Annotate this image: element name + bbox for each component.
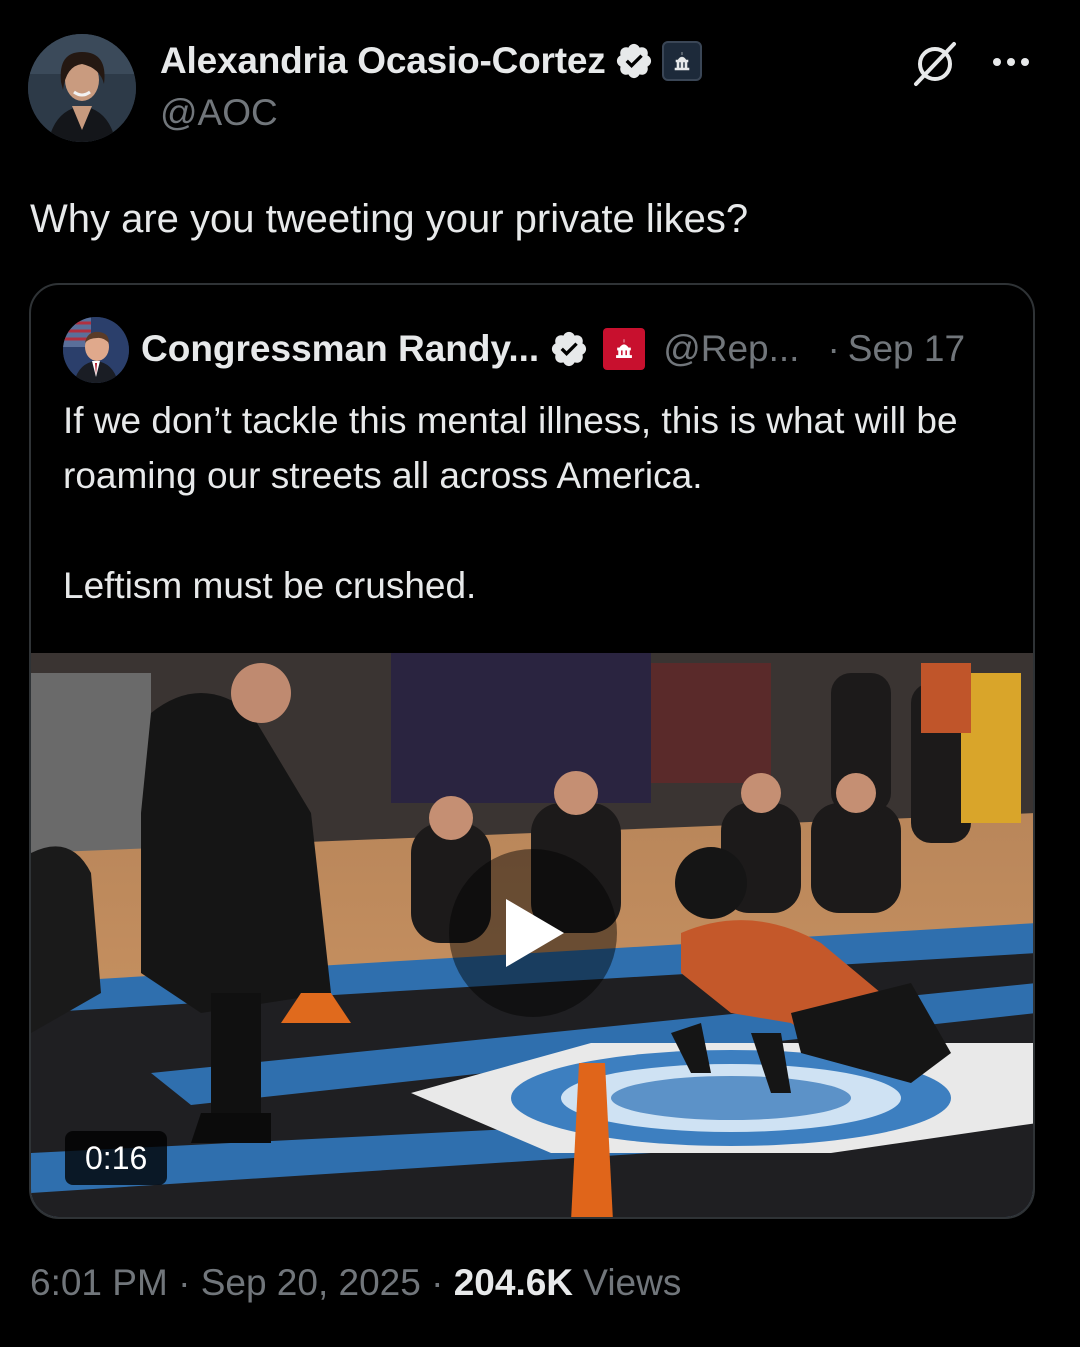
quoted-verified-badge-icon[interactable] (549, 329, 589, 369)
gop-capitol-icon[interactable] (603, 328, 646, 370)
tweet-date[interactable]: Sep 20, 2025 (201, 1262, 421, 1303)
author-handle[interactable]: @AOC (160, 92, 278, 134)
meta-separator: · (167, 1262, 201, 1303)
quoted-tweet-card[interactable]: Congressman Randy... @Rep... · Sep 17 If… (29, 283, 1035, 1219)
more-dots-icon[interactable] (988, 44, 1034, 80)
author-display-name[interactable]: Alexandria Ocasio-Cortez (160, 40, 606, 82)
quoted-handle[interactable]: @Rep... (663, 328, 799, 370)
quoted-separator: · (827, 328, 840, 369)
quoted-date[interactable]: Sep 17 (848, 328, 965, 370)
tweet-meta: 6:01 PM · Sep 20, 2025 · 204.6K Views (30, 1262, 681, 1304)
tweet-container: Alexandria Ocasio-Cortez @AOC Why are yo… (0, 0, 1080, 1347)
quoted-display-name[interactable]: Congressman Randy... (141, 328, 539, 370)
quoted-header-row: Congressman Randy... @Rep... · Sep 17 (141, 323, 965, 375)
quoted-author-avatar[interactable] (63, 317, 129, 383)
author-avatar[interactable] (28, 34, 136, 142)
quoted-tweet-text: If we don’t tackle this mental illness, … (63, 400, 958, 606)
play-icon (506, 899, 564, 967)
capitol-building-icon[interactable] (661, 41, 702, 81)
quoted-video[interactable]: 0:16 (31, 653, 1033, 1217)
tweet-text: Why are you tweeting your private likes? (30, 197, 749, 241)
tweet-time[interactable]: 6:01 PM (30, 1262, 168, 1303)
play-button[interactable] (449, 849, 617, 1017)
meta-separator: · (420, 1262, 454, 1303)
verified-badge-icon[interactable] (614, 41, 654, 81)
grok-slash-icon[interactable] (908, 36, 962, 90)
video-duration: 0:16 (65, 1131, 168, 1185)
views-label: Views (573, 1262, 682, 1303)
views-count[interactable]: 204.6K (454, 1262, 573, 1303)
author-name-row: Alexandria Ocasio-Cortez (160, 38, 702, 84)
